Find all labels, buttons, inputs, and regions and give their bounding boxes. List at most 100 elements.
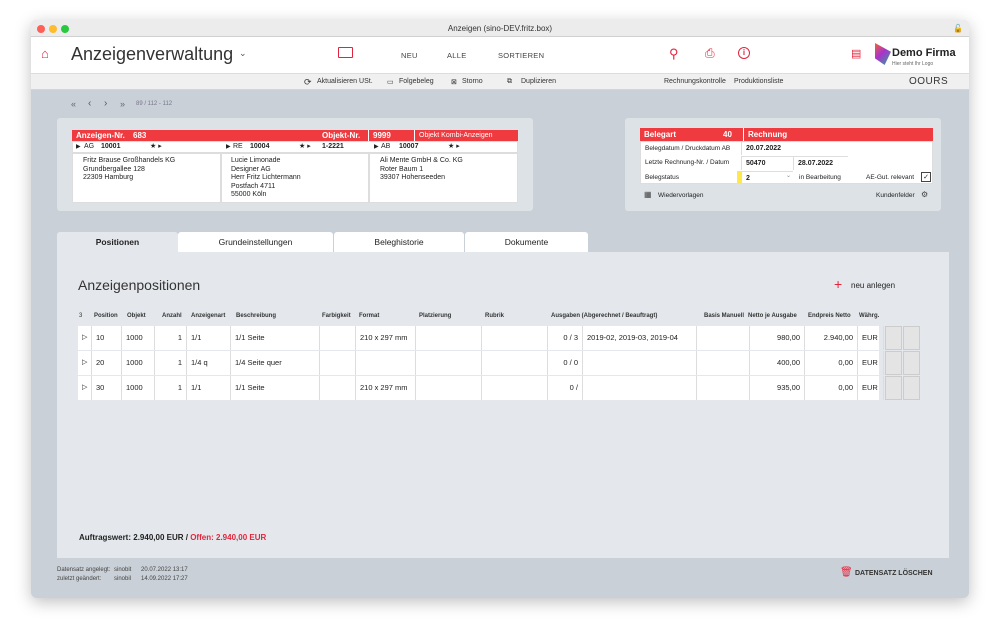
search-icon[interactable]: ⚲ <box>669 46 679 62</box>
plus-icon[interactable]: + <box>834 276 842 292</box>
ab-nr[interactable]: 10007 <box>399 143 418 150</box>
print-icon[interactable]: ⎙ <box>705 46 715 61</box>
ag-arrow-icon[interactable]: ▶ <box>76 143 81 150</box>
toolbar-folgebeleg[interactable]: Folgebeleg <box>399 78 434 85</box>
cell-beschreibung[interactable]: 1/4 Seite quer <box>231 351 320 375</box>
cell-anzeigenart[interactable]: 1/1 <box>187 326 231 350</box>
chevron-down-icon[interactable]: ⌄ <box>786 172 791 179</box>
cell-waehrung[interactable]: EUR <box>858 351 884 375</box>
clipboard-icon[interactable]: ▤ <box>851 47 861 60</box>
document-icon[interactable]: ▭ <box>387 78 394 86</box>
home-icon[interactable]: ⌂ <box>41 46 49 61</box>
cell-ausgaben[interactable]: 0 / 3 <box>548 326 583 350</box>
cell-farbigkeit[interactable] <box>320 376 356 400</box>
cell-ausgaben-list[interactable] <box>583 351 697 375</box>
last-record-icon[interactable]: » <box>120 99 125 109</box>
cell-platzierung[interactable] <box>416 351 482 375</box>
chevron-down-icon[interactable]: ⌄ <box>239 48 247 59</box>
letzte-rechnung-nr[interactable]: 50470 <box>741 156 793 170</box>
cell-endpreis[interactable]: 0,00 <box>805 351 858 375</box>
re-arrow-icon[interactable]: ▶ <box>226 143 231 150</box>
tab-grundeinstellungen[interactable]: Grundeinstellungen <box>178 232 333 252</box>
trash-icon[interactable] <box>903 326 920 350</box>
wiedervorlagen-button[interactable]: Wiedervorlagen <box>658 192 704 199</box>
kundenfelder-button[interactable]: Kundenfelder <box>876 192 915 199</box>
cell-objekt[interactable]: 1000 <box>122 376 155 400</box>
ag-nr[interactable]: 10001 <box>101 143 120 150</box>
ae-checkbox[interactable]: ✓ <box>921 172 931 182</box>
objekt-nr[interactable]: 9999 <box>368 130 408 141</box>
trash-icon[interactable] <box>903 376 920 400</box>
tab-beleghistorie[interactable]: Beleghistorie <box>334 232 464 252</box>
nav-sortieren[interactable]: SORTIEREN <box>498 51 544 60</box>
tab-dokumente[interactable]: Dokumente <box>465 232 588 252</box>
toolbar-produktionsliste[interactable]: Produktionsliste <box>734 78 783 85</box>
cell-objekt[interactable]: 1000 <box>122 351 155 375</box>
close-window-button[interactable] <box>37 25 45 33</box>
toolbar-rechnungskontrolle[interactable]: Rechnungskontrolle <box>664 78 726 85</box>
cell-format[interactable]: 210 x 297 mm <box>356 376 416 400</box>
monitor-icon[interactable] <box>338 47 353 58</box>
cell-rubrik[interactable] <box>482 326 548 350</box>
add-row-icon[interactable] <box>885 376 902 400</box>
expand-arrow-icon[interactable]: ▷ <box>78 326 92 350</box>
belegdatum[interactable]: 20.07.2022 <box>741 142 793 155</box>
calendar-icon[interactable]: ▦ <box>644 190 652 199</box>
nav-neu[interactable]: NEU <box>401 51 418 60</box>
cell-waehrung[interactable]: EUR <box>858 376 884 400</box>
cell-beschreibung[interactable]: 1/1 Seite <box>231 326 320 350</box>
cell-rubrik[interactable] <box>482 351 548 375</box>
cell-position[interactable]: 30 <box>92 376 122 400</box>
cell-basis-manuell[interactable] <box>697 326 750 350</box>
cell-ausgaben[interactable]: 0 / 0 <box>548 351 583 375</box>
ab-arrow-icon[interactable]: ▶ <box>374 143 379 150</box>
gear-icon[interactable]: ⚙ <box>921 190 928 199</box>
tab-positionen[interactable]: Positionen <box>57 232 178 252</box>
cell-anzeigenart[interactable]: 1/4 q <box>187 351 231 375</box>
cell-netto[interactable]: 980,00 <box>750 326 805 350</box>
cell-format[interactable]: 210 x 297 mm <box>356 326 416 350</box>
add-row-icon[interactable] <box>885 326 902 350</box>
add-row-icon[interactable] <box>885 351 902 375</box>
cell-objekt[interactable]: 1000 <box>122 326 155 350</box>
ab-star-icon[interactable]: ★ ▸ <box>448 142 460 150</box>
cell-basis-manuell[interactable] <box>697 351 750 375</box>
ag-star-icon[interactable]: ★ ▸ <box>150 142 162 150</box>
cell-platzierung[interactable] <box>416 376 482 400</box>
toolbar-duplizieren[interactable]: Duplizieren <box>521 78 556 85</box>
cell-ausgaben-list[interactable]: 2019-02, 2019-03, 2019-04 <box>583 326 697 350</box>
cell-netto[interactable]: 400,00 <box>750 351 805 375</box>
letzte-rechnung-datum[interactable]: 28.07.2022 <box>793 156 848 170</box>
re-extra[interactable]: 1-2221 <box>322 143 344 150</box>
cell-position[interactable]: 20 <box>92 351 122 375</box>
cell-anzahl[interactable]: 1 <box>155 351 187 375</box>
info-icon[interactable]: i <box>738 47 750 59</box>
cell-endpreis[interactable]: 0,00 <box>805 376 858 400</box>
cell-ausgaben[interactable]: 0 / <box>548 376 583 400</box>
first-record-icon[interactable]: « <box>71 99 76 109</box>
cell-basis-manuell[interactable] <box>697 376 750 400</box>
re-nr[interactable]: 10004 <box>250 143 269 150</box>
nav-alle[interactable]: ALLE <box>447 51 467 60</box>
cell-beschreibung[interactable]: 1/1 Seite <box>231 376 320 400</box>
cell-farbigkeit[interactable] <box>320 326 356 350</box>
refresh-icon[interactable]: ⟳ <box>304 77 312 88</box>
next-record-icon[interactable]: › <box>104 98 107 109</box>
cell-anzahl[interactable]: 1 <box>155 326 187 350</box>
toolbar-storno[interactable]: Storno <box>462 78 483 85</box>
zoom-window-button[interactable] <box>61 25 69 33</box>
cell-waehrung[interactable]: EUR <box>858 326 884 350</box>
storno-icon[interactable]: ⊠ <box>451 78 457 86</box>
toolbar-aktualisieren[interactable]: Aktualisieren USt. <box>317 78 373 85</box>
cell-position[interactable]: 10 <box>92 326 122 350</box>
cell-anzahl[interactable]: 1 <box>155 376 187 400</box>
cell-anzeigenart[interactable]: 1/1 <box>187 376 231 400</box>
minimize-window-button[interactable] <box>49 25 57 33</box>
cell-endpreis[interactable]: 2.940,00 <box>805 326 858 350</box>
cell-platzierung[interactable] <box>416 326 482 350</box>
expand-arrow-icon[interactable]: ▷ <box>78 376 92 400</box>
cell-rubrik[interactable] <box>482 376 548 400</box>
table-row[interactable]: ▷ 20 1000 1 1/4 q 1/4 Seite quer 0 / 0 4… <box>78 351 884 375</box>
prev-record-icon[interactable]: ‹ <box>88 98 91 109</box>
trash-icon[interactable] <box>903 351 920 375</box>
